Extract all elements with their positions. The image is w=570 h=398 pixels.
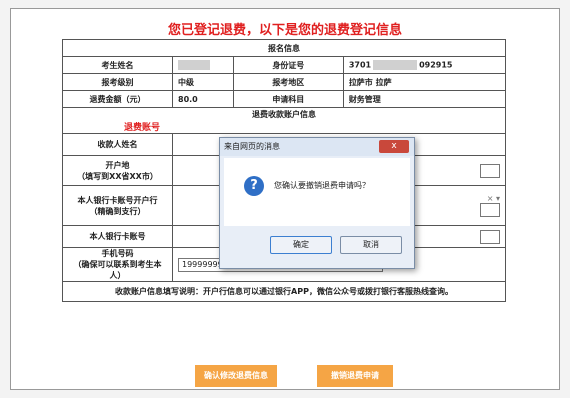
section-registration-info: 报名信息: [62, 39, 506, 57]
dialog-ok-button[interactable]: 确定: [270, 236, 332, 254]
label-phone: 手机号码 （确保可以联系到考生本人）: [62, 247, 173, 282]
label-card: 本人银行卡账号: [62, 225, 173, 248]
label-payee: 收款人姓名: [62, 133, 173, 156]
masked-name: [178, 60, 210, 70]
branch-input[interactable]: [480, 203, 500, 217]
table-row: 报考级别 中级 报考地区 拉萨市 拉萨: [62, 73, 507, 91]
label-level: 报考级别: [62, 73, 173, 91]
label-location: 开户地 （填写到XX省XX市）: [62, 155, 173, 186]
table-row: 考生姓名 身份证号 3701 092915: [62, 56, 507, 74]
close-icon[interactable]: x: [379, 140, 409, 153]
dialog-body: ? 您确认要撤销退费申请吗？: [224, 158, 410, 226]
refund-account-note: 退费账号: [124, 122, 161, 133]
value-id: 3701 092915: [342, 56, 507, 74]
label-branch: 本人银行卡账号开户行 （精确到支行）: [62, 185, 173, 226]
value-level: 中级: [172, 73, 234, 91]
question-icon: ?: [244, 176, 264, 196]
dialog-message: 您确认要撤销退费申请吗？: [274, 181, 370, 190]
dialog-cancel-button[interactable]: 取消: [340, 236, 402, 254]
confirm-modify-button[interactable]: 确认修改退费信息: [195, 365, 277, 387]
value-name: [172, 56, 234, 74]
card-input[interactable]: [480, 229, 500, 244]
location-input[interactable]: [480, 163, 500, 178]
label-subject: 申请科目: [232, 90, 344, 108]
value-amount: 80.0: [172, 90, 234, 108]
masked-id: [373, 60, 418, 70]
value-area: 拉萨市 拉萨: [342, 73, 507, 91]
label-id: 身份证号: [232, 56, 344, 74]
label-amount: 退费金额（元）: [62, 90, 173, 108]
value-subject: 财务管理: [342, 90, 507, 108]
label-area: 报考地区: [232, 73, 344, 91]
label-name: 考生姓名: [62, 56, 173, 74]
account-note: 收款账户信息填写说明：开户行信息可以通过银行APP，微信公众号或拨打银行客服热线…: [62, 281, 506, 302]
section-refund-account: 退费收款账户信息 退费账号: [62, 107, 506, 134]
page-title: 您已登记退费，以下是您的退费登记信息: [167, 23, 402, 38]
confirm-dialog: 来自网页的消息 x ? 您确认要撤销退费申请吗？ 确定 取消: [219, 137, 415, 269]
cancel-refund-button[interactable]: 撤销退费申请: [317, 365, 393, 387]
table-row: 退费金额（元） 80.0 申请科目 财务管理: [62, 90, 507, 108]
